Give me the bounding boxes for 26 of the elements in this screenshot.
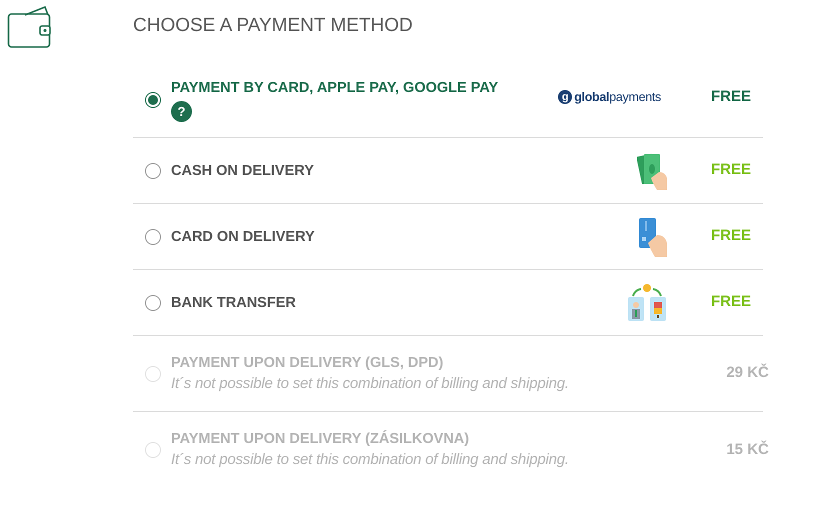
help-badge[interactable]: ? (171, 101, 192, 122)
price-label: FREE (710, 160, 751, 180)
price-label: 15 KČ (725, 440, 769, 460)
method-note: It´s not possible to set this combination of billing and shipping. (171, 374, 569, 394)
method-label: CARD ON DELIVERY (171, 228, 315, 246)
method-label: PAYMENT UPON DELIVERY (ZÁSILKOVNA) (171, 429, 470, 449)
method-label: CASH ON DELIVERY (171, 162, 314, 180)
wallet-icon (7, 4, 51, 48)
method-label: BANK TRANSFER (171, 294, 296, 312)
method-label: PAYMENT BY CARD, APPLE PAY, GOOGLE PAY (171, 79, 498, 98)
cash-in-hand-icon (637, 152, 667, 190)
logo-text: globalpayments (574, 88, 661, 106)
logo-mark: g (558, 90, 572, 104)
radio-button[interactable] (145, 92, 161, 108)
price-label: FREE (710, 226, 751, 246)
price-label: FREE (710, 86, 751, 107)
radio-button[interactable] (145, 228, 161, 244)
method-note: It´s not possible to set this combination of billing and shipping. (171, 450, 569, 470)
method-label: PAYMENT UPON DELIVERY (GLS, DPD) (171, 354, 444, 372)
radio-button[interactable] (145, 162, 161, 178)
price-label: FREE (710, 292, 751, 312)
card-in-hand-icon (637, 216, 667, 256)
bank-transfer-icon (627, 284, 667, 322)
radio-button[interactable] (145, 294, 161, 310)
price-label: 29 KČ (725, 362, 769, 384)
section-title: CHOOSE A PAYMENT METHOD (133, 14, 413, 38)
